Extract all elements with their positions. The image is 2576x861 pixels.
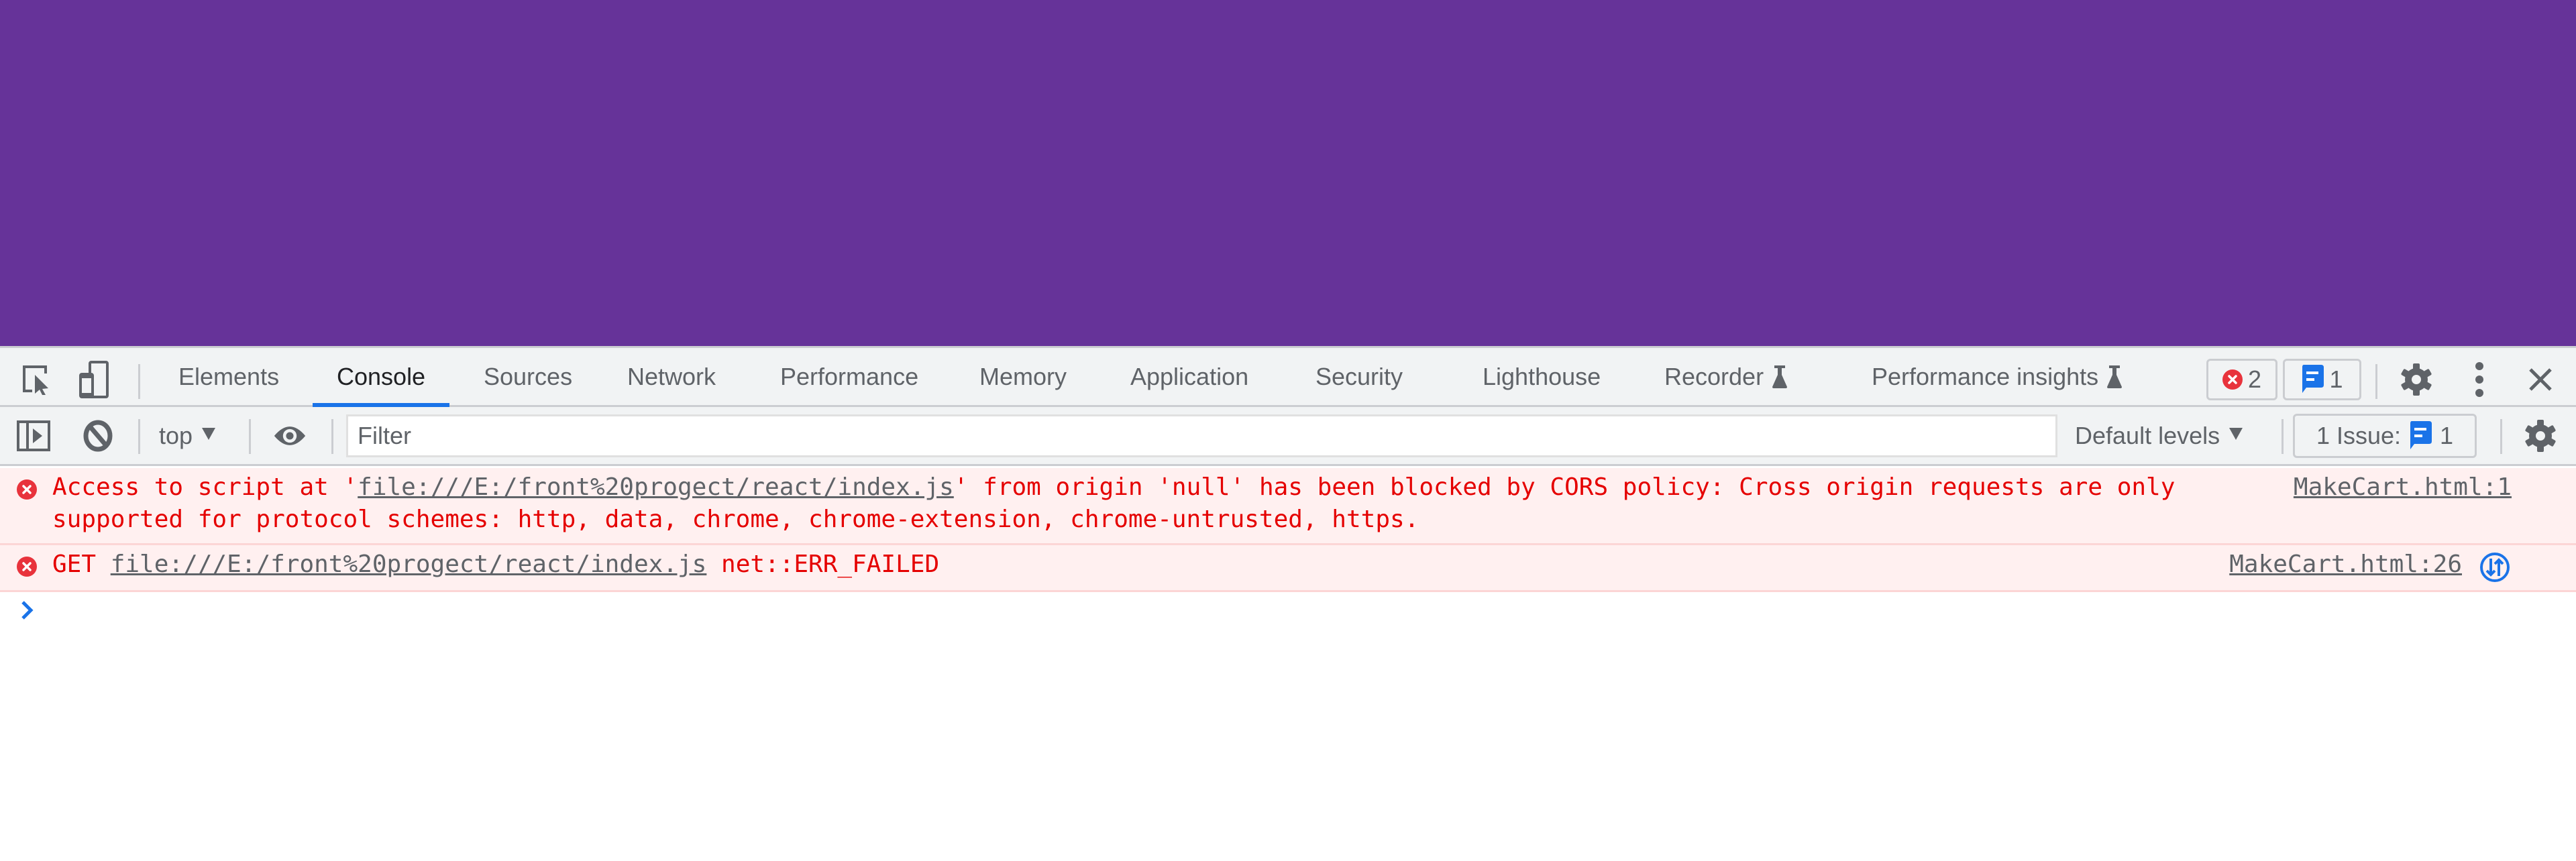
issue-message-icon: [2410, 421, 2432, 449]
script-url-link[interactable]: file:///E:/front%20progect/react/index.j…: [358, 473, 954, 501]
divider: [2500, 419, 2502, 454]
tab-lighthouse[interactable]: Lighthouse: [1483, 348, 1601, 405]
tab-label: Elements: [178, 362, 280, 390]
issues-label: 1 Issue:: [2316, 422, 2402, 449]
tab-memory[interactable]: Memory: [979, 348, 1067, 405]
settings-gear-icon[interactable]: [2400, 363, 2433, 396]
error-count-button[interactable]: 2: [2206, 359, 2277, 400]
tab-elements[interactable]: Elements: [178, 348, 279, 405]
error-icon: [17, 479, 37, 500]
console-error-message: Access to script at 'file:///E:/front%20…: [0, 468, 2576, 545]
inspected-page: [0, 0, 2576, 346]
close-devtools-icon[interactable]: [2524, 363, 2557, 396]
divider: [2282, 419, 2284, 454]
error-icon: [17, 557, 37, 577]
tab-application[interactable]: Application: [1130, 348, 1248, 405]
tab-sources[interactable]: Sources: [484, 348, 572, 405]
issues-count: 1: [2440, 422, 2454, 449]
show-sidebar-icon[interactable]: [17, 419, 50, 453]
issues-button[interactable]: 1 Issue: 1: [2293, 414, 2477, 458]
console-prompt[interactable]: [0, 592, 2576, 632]
log-levels-dropdown[interactable]: Default levels: [2075, 407, 2243, 464]
devtools-panel: Elements Console Sources Network Perform…: [0, 346, 2576, 861]
console-error-message: GET file:///E:/front%20progect/react/ind…: [0, 545, 2576, 592]
issues-count: 1: [2329, 365, 2343, 393]
context-selector[interactable]: top: [159, 407, 216, 464]
experiment-flask-icon: [2107, 365, 2123, 388]
divider: [331, 419, 333, 454]
message-prefix: GET: [52, 551, 111, 578]
divider: [249, 419, 251, 454]
tab-label: Application: [1130, 362, 1249, 390]
divider: [138, 419, 140, 454]
tab-network[interactable]: Network: [627, 348, 716, 405]
tab-label: Sources: [484, 362, 573, 390]
message-text: Access to script at 'file:///E:/front%20…: [52, 471, 2199, 536]
divider: [138, 364, 140, 399]
error-icon: [2222, 369, 2243, 390]
experiment-flask-icon: [1772, 365, 1788, 388]
issues-count-button[interactable]: 1: [2283, 359, 2361, 400]
divider: [2375, 364, 2377, 399]
inspect-element-icon[interactable]: [19, 363, 53, 396]
message-suffix: net::ERR_FAILED: [706, 551, 940, 578]
error-count: 2: [2247, 365, 2262, 393]
tab-label: Security: [1316, 362, 1403, 390]
console-settings-gear-icon[interactable]: [2524, 419, 2557, 453]
dropdown-arrow-icon: [202, 427, 216, 440]
source-link[interactable]: MakeCart.html:26: [2229, 549, 2462, 581]
console-messages: Access to script at 'file:///E:/front%20…: [0, 468, 2576, 632]
live-expression-eye-icon[interactable]: [273, 419, 307, 453]
devtools-tab-bar: Elements Console Sources Network Perform…: [0, 346, 2576, 407]
more-options-kebab-icon[interactable]: [2463, 362, 2496, 397]
log-levels-label: Default levels: [2075, 421, 2220, 449]
request-url-link[interactable]: file:///E:/front%20progect/react/index.j…: [111, 551, 707, 578]
message-prefix: Access to script at ': [52, 473, 358, 501]
context-value: top: [159, 421, 193, 449]
tab-security[interactable]: Security: [1316, 348, 1403, 405]
tab-label: Console: [337, 362, 426, 390]
tab-recorder[interactable]: Recorder: [1664, 348, 1788, 405]
issue-message-icon: [2302, 365, 2324, 393]
message-text: GET file:///E:/front%20progect/react/ind…: [52, 549, 2199, 581]
tab-label: Performance: [780, 362, 919, 390]
tab-label: Network: [627, 362, 716, 390]
source-link[interactable]: MakeCart.html:1: [2294, 471, 2512, 504]
tab-console[interactable]: Console: [313, 348, 450, 407]
device-toolbar-icon[interactable]: [77, 361, 111, 398]
tab-performance[interactable]: Performance: [780, 348, 918, 405]
clear-console-icon[interactable]: [81, 419, 115, 453]
prompt-chevron-icon: [21, 601, 34, 620]
network-request-icon[interactable]: [2479, 552, 2510, 583]
tab-label: Recorder: [1664, 362, 1764, 390]
tab-label: Lighthouse: [1483, 362, 1601, 390]
dropdown-arrow-icon: [2229, 427, 2243, 440]
tab-label: Performance insights: [1872, 362, 2099, 390]
tab-performance-insights[interactable]: Performance insights: [1872, 348, 2123, 405]
console-toolbar: top Default levels 1 Issue: 1: [0, 407, 2576, 466]
filter-input[interactable]: [346, 414, 2057, 457]
tab-label: Memory: [979, 362, 1067, 390]
